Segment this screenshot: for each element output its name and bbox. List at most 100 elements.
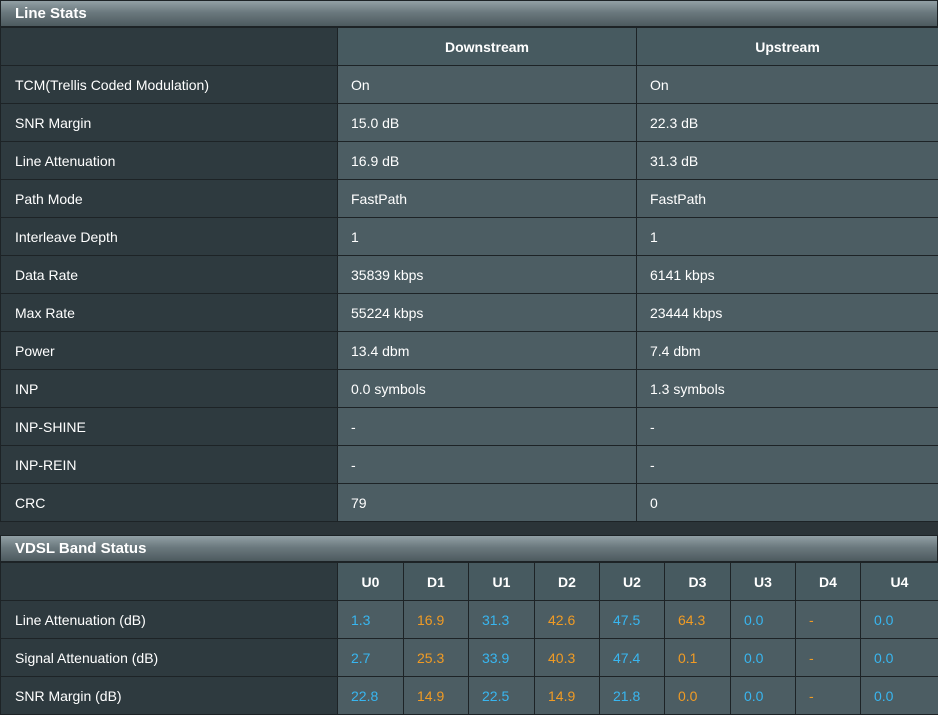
band-value-u0: 22.8 xyxy=(338,677,404,715)
downstream-value: 15.0 dB xyxy=(338,104,637,142)
upstream-value: - xyxy=(637,446,938,484)
line-stats-row: Data Rate35839 kbps6141 kbps xyxy=(1,256,938,294)
band-value-d2: 14.9 xyxy=(535,677,600,715)
upstream-value: 0 xyxy=(637,484,938,522)
band-value-u1: 33.9 xyxy=(469,639,535,677)
band-value-u4: 0.0 xyxy=(861,639,938,677)
band-value-d4: - xyxy=(796,677,861,715)
downstream-value: 0.0 symbols xyxy=(338,370,637,408)
band-header-d3: D3 xyxy=(665,563,731,601)
upstream-value: 22.3 dB xyxy=(637,104,938,142)
upstream-value: 1.3 symbols xyxy=(637,370,938,408)
downstream-value: 79 xyxy=(338,484,637,522)
downstream-value: - xyxy=(338,408,637,446)
band-row: SNR Margin (dB)22.814.922.514.921.80.00.… xyxy=(1,677,938,715)
band-value-u2: 47.4 xyxy=(600,639,665,677)
band-header-d1: D1 xyxy=(404,563,469,601)
line-stats-row: Power13.4 dbm7.4 dbm xyxy=(1,332,938,370)
line-stats-row: INP0.0 symbols1.3 symbols xyxy=(1,370,938,408)
row-label: Power xyxy=(1,332,338,370)
band-value-d1: 25.3 xyxy=(404,639,469,677)
upstream-value: 1 xyxy=(637,218,938,256)
downstream-value: 35839 kbps xyxy=(338,256,637,294)
line-stats-row: TCM(Trellis Coded Modulation)OnOn xyxy=(1,66,938,104)
downstream-value: - xyxy=(338,446,637,484)
band-value-d4: - xyxy=(796,601,861,639)
upstream-value: On xyxy=(637,66,938,104)
row-label: CRC xyxy=(1,484,338,522)
row-label: INP xyxy=(1,370,338,408)
line-stats-title: Line Stats xyxy=(0,0,938,27)
line-stats-row: CRC790 xyxy=(1,484,938,522)
row-label: Line Attenuation xyxy=(1,142,338,180)
vdsl-band-status-title: VDSL Band Status xyxy=(0,535,938,562)
upstream-value: 23444 kbps xyxy=(637,294,938,332)
band-value-u4: 0.0 xyxy=(861,601,938,639)
band-value-u0: 1.3 xyxy=(338,601,404,639)
row-label: SNR Margin xyxy=(1,104,338,142)
column-header-downstream: Downstream xyxy=(338,28,637,66)
line-stats-table: Downstream Upstream TCM(Trellis Coded Mo… xyxy=(0,27,938,522)
band-value-u2: 47.5 xyxy=(600,601,665,639)
line-stats-panel: Line Stats Downstream Upstream TCM(Trell… xyxy=(0,0,938,522)
row-label: Line Attenuation (dB) xyxy=(1,601,338,639)
row-label: SNR Margin (dB) xyxy=(1,677,338,715)
upstream-value: FastPath xyxy=(637,180,938,218)
band-value-u1: 22.5 xyxy=(469,677,535,715)
column-header-upstream: Upstream xyxy=(637,28,938,66)
band-value-d2: 40.3 xyxy=(535,639,600,677)
upstream-value: 31.3 dB xyxy=(637,142,938,180)
downstream-value: 13.4 dbm xyxy=(338,332,637,370)
band-value-u2: 21.8 xyxy=(600,677,665,715)
downstream-value: 55224 kbps xyxy=(338,294,637,332)
line-stats-row: INP-SHINE-- xyxy=(1,408,938,446)
line-stats-header-row: Downstream Upstream xyxy=(1,28,938,66)
band-header-d4: D4 xyxy=(796,563,861,601)
downstream-value: FastPath xyxy=(338,180,637,218)
band-value-d2: 42.6 xyxy=(535,601,600,639)
upstream-value: - xyxy=(637,408,938,446)
band-value-d3: 0.0 xyxy=(665,677,731,715)
line-stats-row: INP-REIN-- xyxy=(1,446,938,484)
line-stats-row: Path ModeFastPathFastPath xyxy=(1,180,938,218)
downstream-value: 1 xyxy=(338,218,637,256)
band-value-u1: 31.3 xyxy=(469,601,535,639)
upstream-value: 7.4 dbm xyxy=(637,332,938,370)
line-stats-row: Line Attenuation16.9 dB31.3 dB xyxy=(1,142,938,180)
band-header-u0: U0 xyxy=(338,563,404,601)
vdsl-band-table: U0D1U1D2U2D3U3D4U4 Line Attenuation (dB)… xyxy=(0,562,938,715)
band-header-row: U0D1U1D2U2D3U3D4U4 xyxy=(1,563,938,601)
row-label: Max Rate xyxy=(1,294,338,332)
row-label: Path Mode xyxy=(1,180,338,218)
band-value-u3: 0.0 xyxy=(731,639,796,677)
downstream-value: 16.9 dB xyxy=(338,142,637,180)
row-label: Data Rate xyxy=(1,256,338,294)
row-label: INP-REIN xyxy=(1,446,338,484)
band-value-u4: 0.0 xyxy=(861,677,938,715)
section-gap xyxy=(0,522,938,535)
band-header-u3: U3 xyxy=(731,563,796,601)
line-stats-row: Max Rate55224 kbps23444 kbps xyxy=(1,294,938,332)
band-value-d3: 64.3 xyxy=(665,601,731,639)
row-label: INP-SHINE xyxy=(1,408,338,446)
band-header-u1: U1 xyxy=(469,563,535,601)
corner-cell xyxy=(1,28,338,66)
row-label: Interleave Depth xyxy=(1,218,338,256)
downstream-value: On xyxy=(338,66,637,104)
band-header-d2: D2 xyxy=(535,563,600,601)
vdsl-band-status-panel: VDSL Band Status U0D1U1D2U2D3U3D4U4 Line… xyxy=(0,535,938,715)
band-value-d1: 16.9 xyxy=(404,601,469,639)
row-label: TCM(Trellis Coded Modulation) xyxy=(1,66,338,104)
line-stats-row: SNR Margin15.0 dB22.3 dB xyxy=(1,104,938,142)
band-row: Signal Attenuation (dB)2.725.333.940.347… xyxy=(1,639,938,677)
band-value-d1: 14.9 xyxy=(404,677,469,715)
band-header-u4: U4 xyxy=(861,563,938,601)
band-value-d3: 0.1 xyxy=(665,639,731,677)
band-value-u3: 0.0 xyxy=(731,677,796,715)
band-header-u2: U2 xyxy=(600,563,665,601)
row-label: Signal Attenuation (dB) xyxy=(1,639,338,677)
upstream-value: 6141 kbps xyxy=(637,256,938,294)
band-value-d4: - xyxy=(796,639,861,677)
line-stats-row: Interleave Depth11 xyxy=(1,218,938,256)
band-value-u0: 2.7 xyxy=(338,639,404,677)
